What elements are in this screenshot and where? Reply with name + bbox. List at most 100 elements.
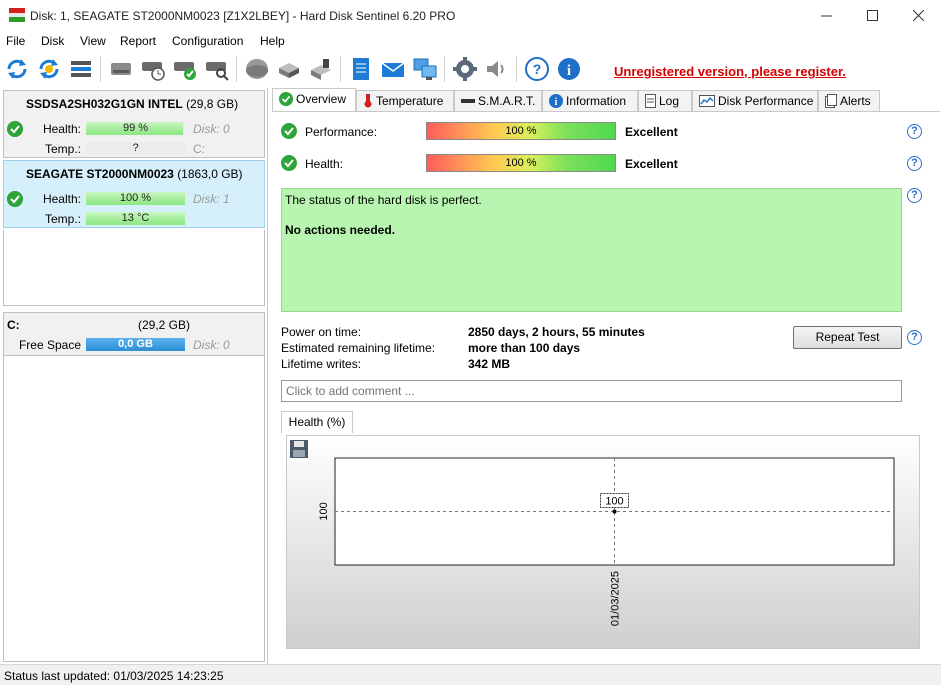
volume-card[interactable]: C: (29,2 GB) Free Space 0,0 GB Disk: 0 bbox=[3, 312, 265, 356]
disk-schedule-icon[interactable] bbox=[140, 56, 166, 82]
svg-text:i: i bbox=[567, 63, 571, 79]
health-label: Health: bbox=[305, 157, 344, 171]
lifetime-writes-label: Lifetime writes: bbox=[281, 357, 362, 371]
status-action: No actions needed. bbox=[285, 223, 396, 237]
power-on-label: Power on time: bbox=[281, 325, 362, 339]
menu-view[interactable]: View bbox=[80, 34, 106, 48]
menu-disk[interactable]: Disk bbox=[41, 34, 64, 48]
remaining-lifetime-value: more than 100 days bbox=[468, 341, 581, 355]
toolbar-separator bbox=[340, 56, 341, 82]
status-text: Status last updated: 01/03/2025 14:23:25 bbox=[4, 669, 224, 683]
toolbar-separator bbox=[444, 56, 445, 82]
disk-check-icon[interactable] bbox=[172, 56, 198, 82]
menu-bar: File Disk View Report Configuration Help bbox=[0, 31, 941, 51]
help-icon[interactable]: ? bbox=[907, 156, 922, 171]
tab-overview[interactable]: Overview bbox=[272, 88, 356, 112]
comment-input[interactable] bbox=[281, 380, 902, 402]
disk-index: Disk: 0 bbox=[193, 122, 230, 136]
health-rating: Excellent bbox=[625, 157, 678, 171]
tab-smart[interactable]: S.M.A.R.T. bbox=[454, 90, 542, 112]
disk-icon[interactable] bbox=[108, 56, 134, 82]
status-message: The status of the hard disk is perfect. bbox=[285, 193, 482, 207]
disk-index: Disk: 1 bbox=[193, 192, 230, 206]
check-icon bbox=[279, 91, 293, 106]
menu-configuration[interactable]: Configuration bbox=[172, 34, 243, 48]
disk-tools-icon[interactable] bbox=[276, 56, 302, 82]
tab-log[interactable]: Log bbox=[638, 90, 692, 112]
temp-label: Temp.: bbox=[44, 142, 81, 156]
register-link[interactable]: Unregistered version, please register. bbox=[614, 64, 846, 79]
disk-icon bbox=[461, 98, 475, 103]
chart-canvas: 100 100 01/03/2025 bbox=[318, 457, 895, 626]
info-icon[interactable]: i bbox=[556, 56, 582, 82]
minimize-button[interactable] bbox=[803, 0, 849, 31]
x-tick-label: 01/03/2025 bbox=[610, 571, 622, 626]
title-bar: Disk: 1, SEAGATE ST2000NM0023 [Z1X2LBEY]… bbox=[0, 0, 941, 31]
menu-help[interactable]: Help bbox=[260, 34, 285, 48]
volume-list-empty-area bbox=[3, 356, 265, 662]
help-icon[interactable]: ? bbox=[524, 56, 550, 82]
minimize-icon bbox=[820, 15, 832, 17]
free-space-value: 0,0 GB bbox=[118, 338, 153, 350]
toolbar-separator bbox=[236, 56, 237, 82]
check-icon bbox=[7, 121, 23, 137]
check-icon bbox=[281, 123, 297, 139]
check-icon bbox=[281, 155, 297, 171]
tab-health-chart[interactable]: Health (%) bbox=[281, 411, 353, 433]
y-tick-label: 100 bbox=[318, 502, 330, 520]
network-icon[interactable] bbox=[412, 56, 438, 82]
tab-bar: Overview Temperature S.M.A.R.T. i Informa… bbox=[272, 88, 940, 112]
disk-list-panel: SSDSA2SH032G1GN INTEL (29,8 GB) Health: … bbox=[0, 88, 268, 664]
data-label: 100 bbox=[605, 496, 623, 508]
refresh-icon[interactable] bbox=[4, 56, 30, 82]
disk-surface-icon[interactable] bbox=[244, 56, 270, 82]
volume-size: (29,2 GB) bbox=[138, 318, 191, 332]
report-icon[interactable] bbox=[348, 56, 374, 82]
sound-icon[interactable] bbox=[484, 56, 510, 82]
tab-alerts[interactable]: Alerts bbox=[818, 90, 880, 112]
settings-icon[interactable] bbox=[452, 56, 478, 82]
refresh-all-icon[interactable] bbox=[36, 56, 62, 82]
svg-text:?: ? bbox=[533, 61, 542, 77]
tab-disk-performance[interactable]: Disk Performance bbox=[692, 90, 818, 112]
tab-information[interactable]: i Information bbox=[542, 90, 638, 112]
toolbar-separator bbox=[516, 56, 517, 82]
temp-value: 13 °C bbox=[121, 212, 150, 224]
free-space-label: Free Space bbox=[18, 338, 81, 352]
disk-card-1[interactable]: SEAGATE ST2000NM0023 (1863,0 GB) Health:… bbox=[3, 160, 265, 228]
drive-letter: C: bbox=[193, 142, 205, 156]
help-icon[interactable]: ? bbox=[907, 188, 922, 203]
performance-rating: Excellent bbox=[625, 125, 678, 139]
lifetime-writes-value: 342 MB bbox=[468, 357, 511, 371]
email-icon[interactable] bbox=[380, 56, 406, 82]
disk-info-icon[interactable] bbox=[308, 56, 334, 82]
repeat-test-button[interactable]: Repeat Test bbox=[793, 326, 902, 349]
disk-list-icon[interactable] bbox=[68, 56, 94, 82]
volume-disk-index: Disk: 0 bbox=[193, 338, 230, 352]
temp-bar: 13 °C bbox=[86, 212, 185, 225]
close-button[interactable] bbox=[895, 0, 941, 31]
temp-label: Temp.: bbox=[44, 212, 81, 226]
help-icon[interactable]: ? bbox=[907, 124, 922, 139]
app-icon bbox=[9, 8, 25, 22]
disk-search-icon[interactable] bbox=[204, 56, 230, 82]
maximize-icon bbox=[866, 10, 878, 21]
menu-report[interactable]: Report bbox=[120, 34, 156, 48]
data-point bbox=[612, 509, 617, 514]
chart-icon bbox=[699, 94, 715, 107]
disk-name: SEAGATE ST2000NM0023 (1863,0 GB) bbox=[26, 167, 243, 181]
menu-file[interactable]: File bbox=[6, 34, 25, 48]
health-label: Health: bbox=[42, 192, 81, 206]
maximize-button[interactable] bbox=[849, 0, 895, 31]
status-message-box: The status of the hard disk is perfect. … bbox=[281, 188, 902, 312]
help-icon[interactable]: ? bbox=[907, 330, 922, 345]
health-bar: 99 % bbox=[86, 122, 185, 135]
toolbar-separator bbox=[100, 56, 101, 82]
performance-bar: 100 % bbox=[426, 122, 616, 140]
free-space-bar: 0,0 GB bbox=[86, 338, 185, 351]
disk-card-0[interactable]: SSDSA2SH032G1GN INTEL (29,8 GB) Health: … bbox=[3, 90, 265, 158]
check-icon bbox=[7, 191, 23, 207]
close-icon bbox=[912, 10, 924, 21]
tab-temperature[interactable]: Temperature bbox=[356, 90, 454, 112]
toolbar: ? i Unregistered version, please registe… bbox=[0, 52, 941, 88]
